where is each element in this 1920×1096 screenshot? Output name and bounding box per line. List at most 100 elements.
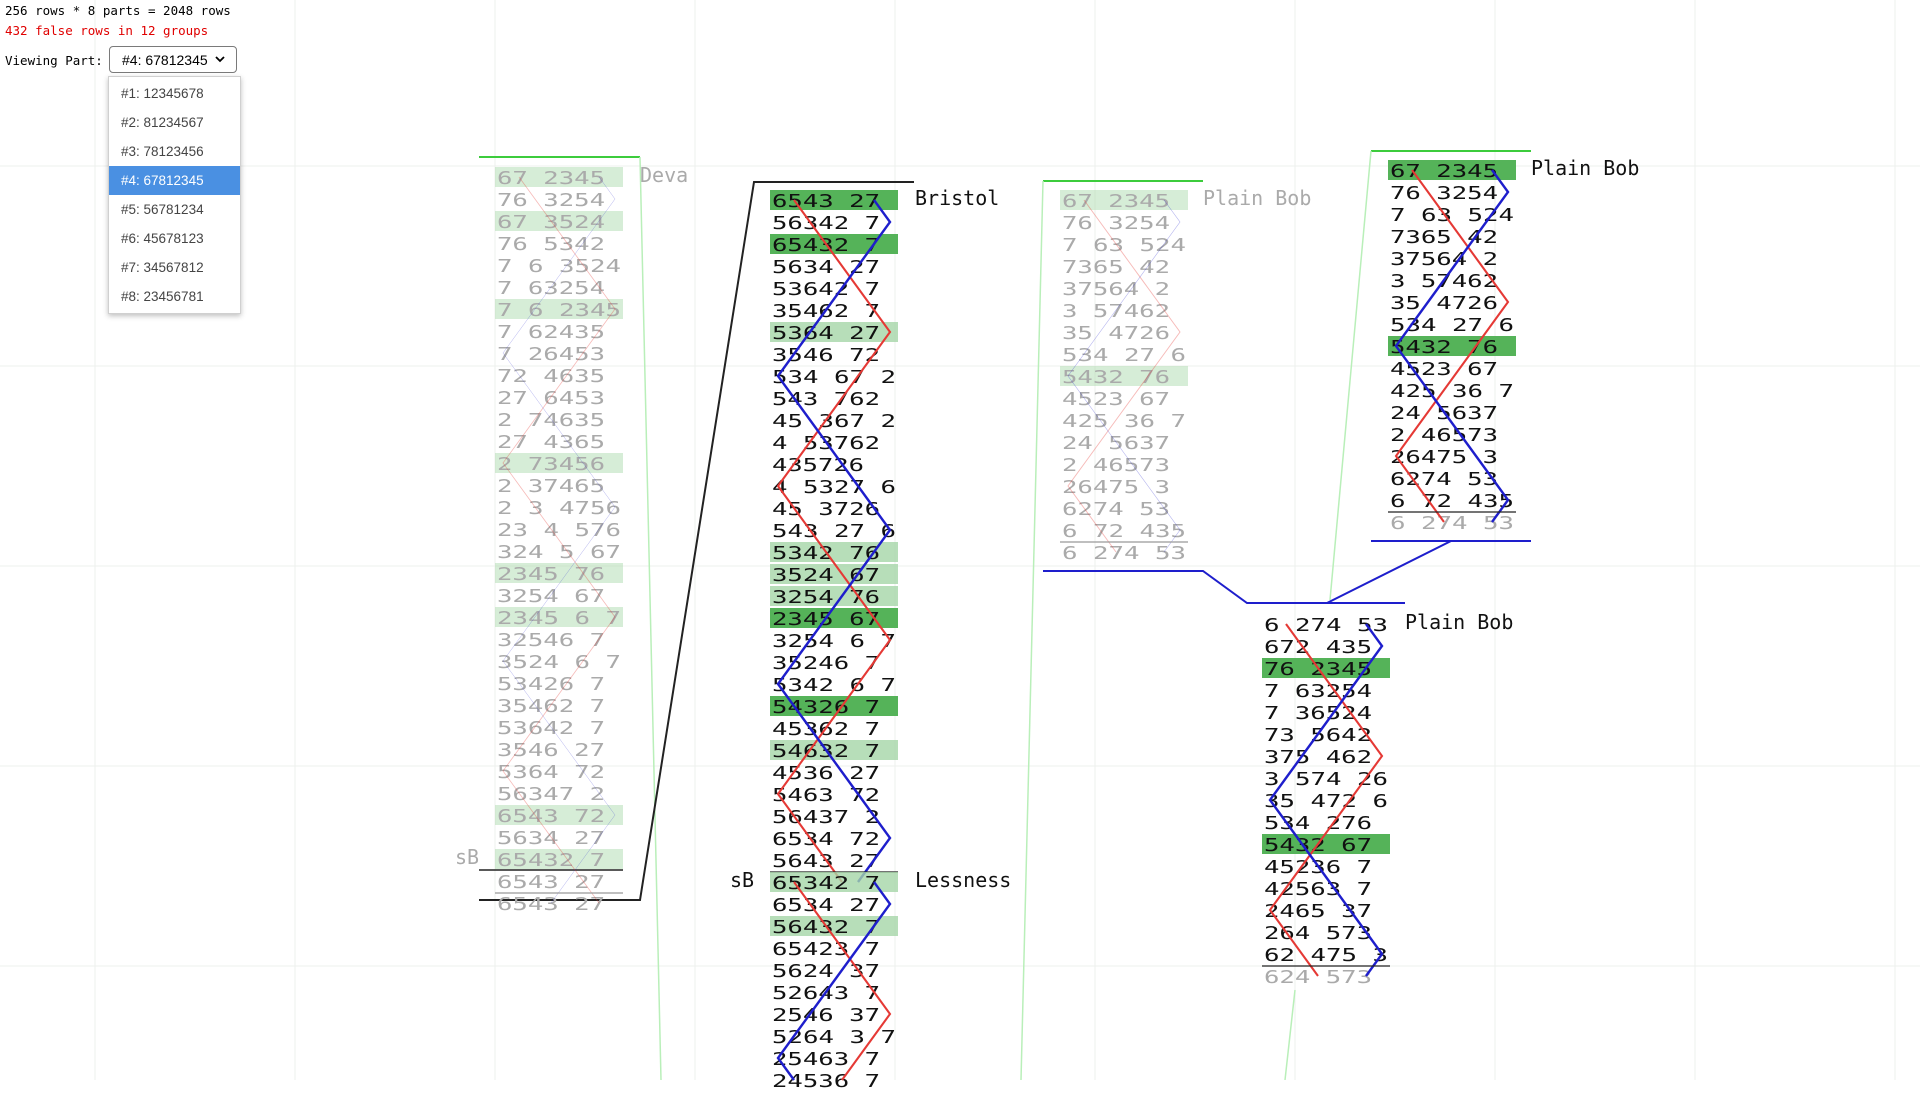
method-row: 65342 7 (772, 873, 880, 894)
method-row: 6 274 53 (1264, 615, 1388, 636)
method-row: 37564 2 (1062, 279, 1170, 300)
lead-end-call-label: sB (455, 845, 480, 869)
method-row: 6543 27 (497, 894, 605, 915)
method-row: 35 4726 (1390, 293, 1498, 314)
method-row: 27 4365 (497, 432, 605, 453)
part-option[interactable]: #5: 56781234 (109, 195, 240, 224)
method-row: 4 5327 6 (772, 477, 896, 498)
method-row: 45 3726 (772, 499, 880, 520)
method-row: 2 37465 (497, 476, 605, 497)
method-row: 76 5342 (497, 234, 605, 255)
part-option[interactable]: #3: 78123456 (109, 137, 240, 166)
method-block-plainbob3: 6 274 53672 43576 23457 632547 3652473 5… (1262, 615, 1390, 988)
lead-end-call-label: sB (730, 868, 755, 892)
method-row: 6534 72 (772, 829, 880, 850)
false-rows-summary: 432 false rows in 12 groups (5, 23, 209, 38)
method-label-deva: Deva (640, 163, 689, 187)
method-row: 375 462 (1264, 747, 1372, 768)
method-row: 5634 27 (772, 257, 880, 278)
method-label-lessness: Lessness (915, 868, 1012, 892)
method-row: 45 367 2 (772, 411, 896, 432)
method-row: 6 274 53 (1062, 543, 1186, 564)
method-row: 5432 76 (1390, 337, 1498, 358)
method-label-plainbob3: Plain Bob (1405, 610, 1514, 634)
method-row: 24 5637 (1062, 433, 1170, 454)
method-row: 76 3254 (1062, 213, 1170, 234)
part-option-selected[interactable]: #4: 67812345 (109, 166, 240, 195)
method-row: 672 435 (1264, 637, 1372, 658)
method-row: 7365 42 (1390, 227, 1498, 248)
part-option[interactable]: #1: 12345678 (109, 79, 240, 108)
method-row: 72 4635 (497, 366, 605, 387)
method-row: 56437 2 (772, 807, 880, 828)
method-row: 25463 7 (772, 1049, 880, 1070)
method-label-bristol: Bristol (915, 186, 1000, 210)
method-row: 4523 67 (1390, 359, 1498, 380)
method-row: 7 63 524 (1062, 235, 1186, 256)
method-row: 67 3524 (497, 212, 605, 233)
method-row: 5432 76 (1062, 367, 1170, 388)
method-row: 2 3 4756 (497, 498, 621, 519)
part-option[interactable]: #2: 81234567 (109, 108, 240, 137)
viewing-part-select[interactable]: #4: 67812345 (109, 46, 237, 73)
method-row: 264 573 (1264, 923, 1372, 944)
method-row: 2546 37 (772, 1005, 880, 1026)
method-row: 534 27 6 (1062, 345, 1186, 366)
method-row: 6543 27 (772, 191, 880, 212)
method-row: 54326 7 (772, 697, 880, 718)
method-row: 5364 27 (772, 323, 880, 344)
method-block-lessness: 65342 76534 2756432 765423 75624 3752643… (770, 872, 898, 1092)
method-row: 53426 7 (497, 674, 605, 695)
method-block-plainbob2: 67 234576 32547 63 5247365 4237564 23 57… (1388, 160, 1516, 534)
method-row: 6274 53 (1390, 469, 1498, 490)
method-row: 5364 72 (497, 762, 605, 783)
method-row: 56347 2 (497, 784, 605, 805)
method-label-plainbob2: Plain Bob (1531, 156, 1640, 180)
method-row: 35 472 6 (1264, 791, 1388, 812)
method-row: 23 4 576 (497, 520, 621, 541)
method-row: 27 6453 (497, 388, 605, 409)
method-row: 543 27 6 (772, 521, 896, 542)
part-option[interactable]: #7: 34567812 (109, 253, 240, 282)
method-block-deva: 67 234576 325467 352476 53427 6 35247 63… (495, 167, 623, 915)
method-label-plainbob1: Plain Bob (1203, 186, 1312, 210)
method-row: 26475 3 (1062, 477, 1170, 498)
plainbob-link-2 (1326, 540, 1531, 604)
method-row: 2345 6 7 (497, 608, 621, 629)
method-row: 435726 (772, 455, 864, 476)
method-row: 32546 7 (497, 630, 605, 651)
rows-summary: 256 rows * 8 parts = 2048 rows (5, 3, 231, 18)
method-row: 7 6 2345 (497, 300, 621, 321)
viewing-part-label: Viewing Part: (5, 53, 103, 68)
part-option[interactable]: #8: 23456781 (109, 282, 240, 311)
method-row: 2345 76 (497, 564, 605, 585)
method-row: 6274 53 (1062, 499, 1170, 520)
method-row: 7 63254 (1264, 681, 1372, 702)
method-row: 7 26453 (497, 344, 605, 365)
chevron-down-icon (215, 56, 225, 63)
method-row: 324 5 67 (497, 542, 621, 563)
method-row: 5634 27 (497, 828, 605, 849)
method-row: 62 475 3 (1264, 945, 1388, 966)
method-row: 2 74635 (497, 410, 605, 431)
part-options-list: #1: 12345678 #2: 81234567 #3: 78123456 #… (108, 76, 241, 314)
part-option[interactable]: #6: 45678123 (109, 224, 240, 253)
method-row: 425 36 7 (1062, 411, 1186, 432)
method-row: 624 573 (1264, 967, 1372, 988)
method-row: 6 72 435 (1390, 491, 1514, 512)
method-row: 3524 67 (772, 565, 880, 586)
method-row: 35462 7 (497, 696, 605, 717)
method-block-bristol: 6543 2756342 765432 75634 2753642 735462… (770, 190, 898, 894)
method-row: 5342 6 7 (772, 675, 896, 696)
method-row: 67 2345 (1390, 161, 1498, 182)
method-block-plainbob1: 67 234576 32547 63 5247365 4237564 23 57… (1060, 190, 1188, 564)
selected-part-value: #4: 67812345 (122, 51, 208, 68)
method-row: 534 276 (1264, 813, 1372, 834)
method-row: 24536 7 (772, 1071, 880, 1092)
method-row: 65423 7 (772, 939, 880, 960)
method-row: 56342 7 (772, 213, 880, 234)
method-row: 7 63254 (497, 278, 605, 299)
method-row: 7365 42 (1062, 257, 1170, 278)
method-row: 7 6 3524 (497, 256, 621, 277)
method-row: 76 3254 (1390, 183, 1498, 204)
